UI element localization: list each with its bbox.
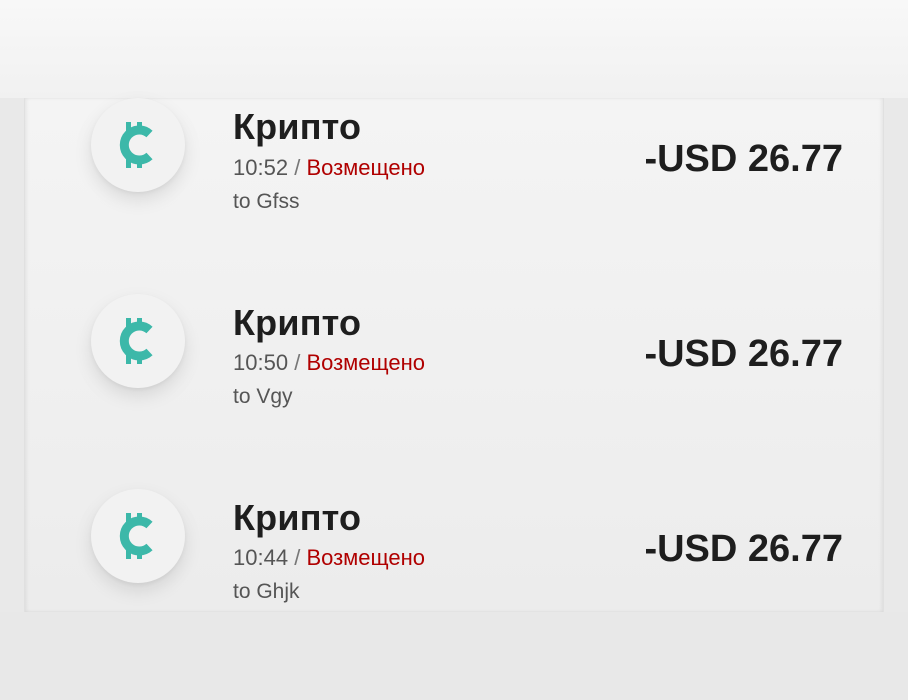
transaction-time: 10:44 [233,545,289,570]
transaction-status: Возмещено [306,350,426,375]
transaction-row[interactable]: Крипто 10:50 / Возмещено to Vgy -USD 26.… [25,294,883,474]
crypto-coin-icon [91,489,185,583]
top-background [0,0,908,98]
transaction-status: Возмещено [306,545,426,570]
transaction-status: Возмещено [306,155,426,180]
transaction-meta: 10:44 / Возмещено [233,545,425,571]
transaction-recipient: to Vgy [233,385,293,408]
transaction-time: 10:50 [233,350,289,375]
transaction-amount: -USD 26.77 [644,333,843,375]
meta-separator: / [294,155,301,180]
transaction-row[interactable]: Крипто 10:44 / Возмещено to Ghjk -USD 26… [25,489,883,669]
transaction-meta: 10:50 / Возмещено [233,350,425,376]
meta-separator: / [294,545,301,570]
meta-separator: / [294,350,301,375]
transaction-title: Крипто [233,106,362,147]
transaction-row[interactable]: Крипто 10:52 / Возмещено to Gfss -USD 26… [25,98,883,278]
transaction-amount: -USD 26.77 [644,528,843,570]
crypto-coin-icon [91,294,185,388]
transaction-recipient: to Gfss [233,190,300,213]
transaction-list: Крипто 10:52 / Возмещено to Gfss -USD 26… [24,98,884,612]
transaction-amount: -USD 26.77 [644,138,843,180]
transaction-time: 10:52 [233,155,289,180]
transaction-title: Крипто [233,497,362,538]
transaction-meta: 10:52 / Возмещено [233,155,425,181]
transaction-recipient: to Ghjk [233,580,300,603]
crypto-coin-icon [91,98,185,192]
transaction-title: Крипто [233,302,362,343]
